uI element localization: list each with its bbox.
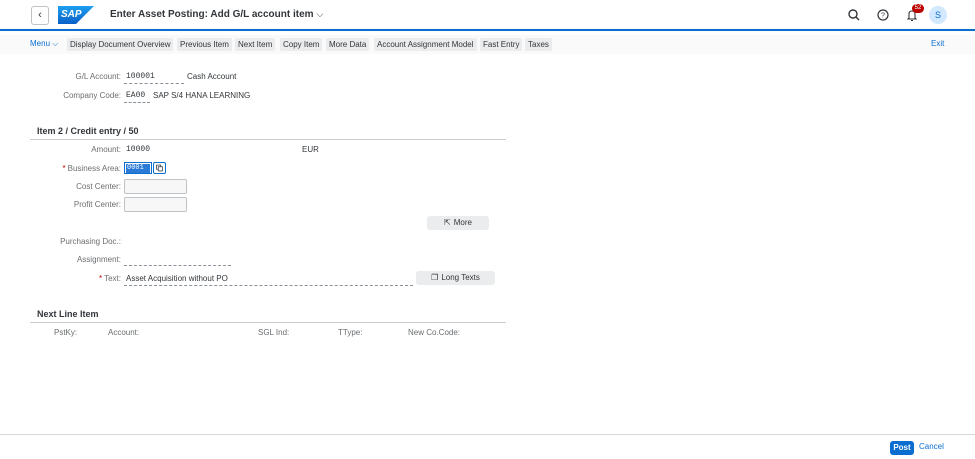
value-help-icon[interactable] bbox=[153, 162, 166, 174]
company-code-text: SAP S/4 HANA LEARNING bbox=[153, 91, 251, 100]
exit-button[interactable]: Exit bbox=[931, 39, 944, 48]
assignment-label: Assignment: bbox=[76, 255, 121, 264]
pstky-label: PstKy: bbox=[54, 328, 78, 337]
cost-center-label: Cost Center: bbox=[76, 182, 121, 191]
next-line-item-title: Next Line Item bbox=[37, 309, 99, 319]
menu-label: Menu bbox=[30, 39, 51, 48]
sap-logo-text: SAP bbox=[61, 9, 82, 20]
long-texts-button[interactable]: ❐ Long Texts bbox=[416, 271, 495, 285]
fast-entry-button[interactable]: Fast Entry bbox=[480, 38, 523, 51]
taxes-button[interactable]: Taxes bbox=[525, 38, 552, 51]
gl-account-underline bbox=[124, 83, 184, 84]
new-co-code-label: New Co.Code: bbox=[408, 328, 461, 337]
item-section-title: Item 2 / Credit entry / 50 bbox=[37, 126, 139, 136]
back-button[interactable]: ‹ bbox=[31, 6, 49, 25]
cancel-button[interactable]: Cancel bbox=[919, 442, 944, 451]
search-icon[interactable] bbox=[846, 7, 862, 23]
gl-account-value[interactable]: 100001 bbox=[126, 72, 155, 81]
profit-center-label: Profit Center: bbox=[73, 200, 121, 209]
chevron-down-icon: ⌵ bbox=[316, 9, 324, 19]
company-code-label: Company Code: bbox=[63, 91, 121, 100]
display-document-overview-button[interactable]: Display Document Overview bbox=[67, 38, 174, 51]
footer-bar: Post Cancel bbox=[0, 434, 975, 459]
business-area-label-text: Business Area: bbox=[67, 164, 121, 173]
long-texts-button-label: Long Texts bbox=[441, 273, 480, 282]
purchasing-doc-label: Purchasing Doc.: bbox=[60, 237, 121, 246]
next-line-item-divider bbox=[30, 322, 506, 323]
app-title[interactable]: Enter Asset Posting: Add G/L account ite… bbox=[110, 9, 323, 20]
company-code-value[interactable]: EA00 bbox=[126, 91, 145, 100]
help-icon[interactable]: ? bbox=[875, 7, 891, 23]
currency-text: EUR bbox=[302, 145, 319, 154]
long-text-icon: ❐ bbox=[431, 273, 439, 282]
copy-item-button[interactable]: Copy Item bbox=[280, 38, 323, 51]
text-label-text: Text: bbox=[104, 274, 121, 283]
amount-value[interactable]: 10000 bbox=[126, 145, 150, 154]
text-value[interactable]: Asset Acquisition without PO bbox=[126, 274, 228, 283]
profit-center-input[interactable] bbox=[124, 197, 187, 212]
text-label: * Text: bbox=[99, 274, 121, 283]
external-link-icon: ⇱ bbox=[444, 218, 451, 227]
more-button[interactable]: ⇱ More bbox=[427, 216, 489, 230]
gl-account-text: Cash Account bbox=[187, 72, 237, 81]
cost-center-input[interactable] bbox=[124, 179, 187, 194]
more-data-button[interactable]: More Data bbox=[326, 38, 370, 51]
avatar[interactable]: S bbox=[929, 6, 947, 24]
business-area-value: 0001 bbox=[126, 164, 150, 173]
required-marker: * bbox=[98, 274, 103, 283]
business-area-input[interactable]: 0001 bbox=[124, 162, 152, 174]
back-icon: ‹ bbox=[38, 9, 42, 21]
sgl-ind-label: SGL Ind: bbox=[258, 328, 290, 337]
shell-bar: ‹ SAP Enter Asset Posting: Add G/L accou… bbox=[0, 0, 975, 31]
application-toolbar: Menu ⌵ Display Document Overview Previou… bbox=[0, 35, 975, 54]
text-input-underline bbox=[124, 285, 413, 286]
company-code-underline bbox=[124, 102, 150, 103]
required-marker: * bbox=[62, 164, 66, 173]
gl-account-label: G/L Account: bbox=[75, 72, 121, 81]
item-section-divider bbox=[30, 139, 506, 140]
next-item-button[interactable]: Next Item bbox=[235, 38, 276, 51]
account-label: Account: bbox=[108, 328, 140, 337]
amount-label: Amount: bbox=[91, 145, 121, 154]
app-title-text: Enter Asset Posting: Add G/L account ite… bbox=[110, 9, 314, 20]
notification-badge: 52 bbox=[912, 4, 924, 13]
previous-item-button[interactable]: Previous Item bbox=[177, 38, 232, 51]
chevron-down-icon: ⌵ bbox=[52, 39, 59, 48]
business-area-label: * Business Area: bbox=[63, 164, 122, 173]
assignment-input[interactable] bbox=[124, 265, 231, 266]
more-button-label: More bbox=[453, 218, 472, 227]
svg-text:?: ? bbox=[881, 13, 885, 20]
ttype-label: TType: bbox=[338, 328, 363, 337]
menu-button[interactable]: Menu ⌵ bbox=[30, 39, 58, 49]
post-button[interactable]: Post bbox=[890, 441, 914, 455]
account-assignment-model-button[interactable]: Account Assignment Model bbox=[374, 38, 477, 51]
